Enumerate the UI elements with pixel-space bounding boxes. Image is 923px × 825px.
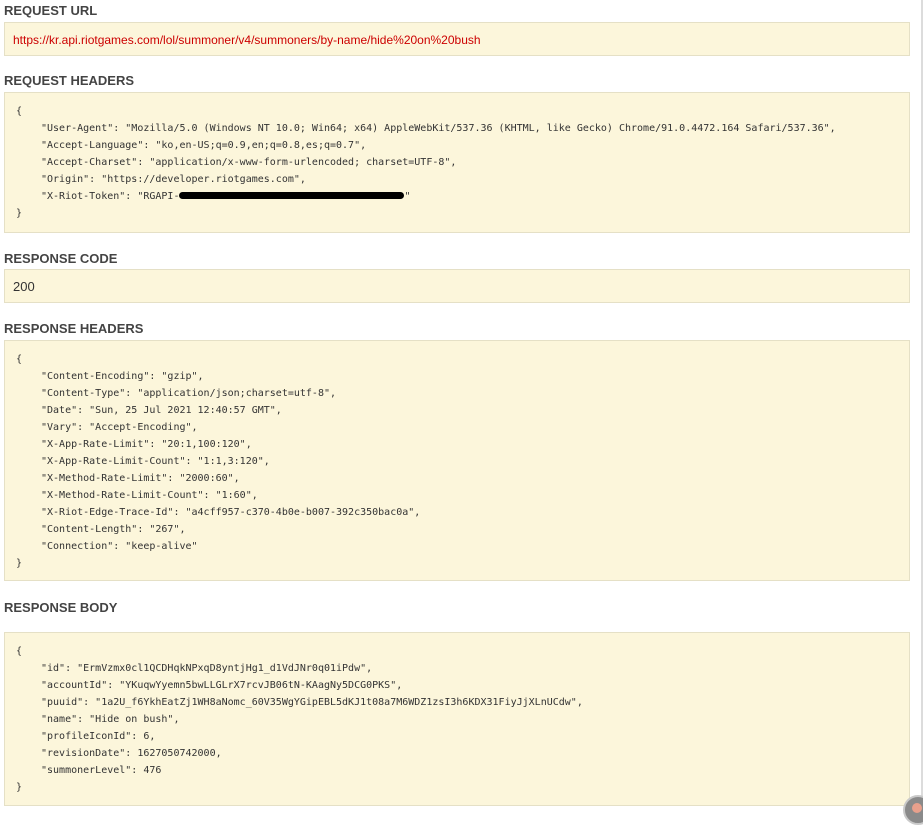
body-line: "puuid": "1a2U_f6YkhEatZj1WH8aNomc_60V35…: [41, 697, 583, 708]
body-line: "accountId": "YKuqwYyemn5bwLLGLrX7rcvJB0…: [41, 680, 403, 691]
body-line: "revisionDate": 1627050742000,: [41, 748, 222, 759]
json-close-brace: }: [16, 558, 23, 569]
header-line: "X-Method-Rate-Limit": "2000:60",: [41, 473, 240, 484]
header-line: "Accept-Charset": "application/x-www-for…: [41, 157, 457, 168]
header-line: "X-App-Rate-Limit-Count": "1:1,3:120",: [41, 456, 270, 467]
json-open-brace: {: [16, 646, 23, 657]
response-body-box: { "id": "ErmVzmx0cl1QCDHqkNPxqD8yntjHg1_…: [4, 632, 910, 806]
response-body-title: RESPONSE BODY: [4, 600, 118, 615]
header-line: "Vary": "Accept-Encoding",: [41, 422, 198, 433]
header-line: "X-App-Rate-Limit": "20:1,100:120",: [41, 439, 252, 450]
header-line: "Origin": "https://developer.riotgames.c…: [41, 174, 306, 185]
header-line: "X-Method-Rate-Limit-Count": "1:60",: [41, 490, 258, 501]
header-line: "User-Agent": "Mozilla/5.0 (Windows NT 1…: [41, 123, 836, 134]
body-line: "profileIconId": 6,: [41, 731, 156, 742]
json-open-brace: {: [16, 354, 23, 365]
header-line: "Connection": "keep-alive": [41, 541, 198, 552]
request-url-title: REQUEST URL: [4, 3, 98, 18]
response-code-box: 200: [4, 269, 910, 303]
header-line: "Content-Type": "application/json;charse…: [41, 388, 337, 399]
request-url-box: https://kr.api.riotgames.com/lol/summone…: [4, 22, 910, 56]
body-line: "name": "Hide on bush",: [41, 714, 180, 725]
response-headers-title: RESPONSE HEADERS: [4, 321, 144, 336]
header-line: "Content-Length": "267",: [41, 524, 186, 535]
riot-token-line: "X-Riot-Token": "RGAPI- ": [16, 188, 898, 205]
request-headers-title: REQUEST HEADERS: [4, 73, 135, 88]
header-line: "Accept-Language": "ko,en-US;q=0.9,en;q=…: [41, 140, 367, 151]
header-line: "Date": "Sun, 25 Jul 2021 12:40:57 GMT",: [41, 405, 282, 416]
riot-token-suffix: ": [404, 191, 411, 202]
request-url-value[interactable]: https://kr.api.riotgames.com/lol/summone…: [13, 33, 481, 47]
header-line: "X-Riot-Edge-Trace-Id": "a4cff957-c370-4…: [41, 507, 421, 518]
json-close-brace: }: [16, 208, 23, 219]
request-headers-box: { "User-Agent": "Mozilla/5.0 (Windows NT…: [4, 92, 910, 233]
avatar-icon[interactable]: [903, 795, 923, 825]
json-close-brace: }: [16, 782, 23, 793]
redacted-token: [179, 191, 405, 199]
header-line: "Content-Encoding": "gzip",: [41, 371, 204, 382]
body-line: "id": "ErmVzmx0cl1QCDHqkNPxqD8yntjHg1_d1…: [41, 663, 373, 674]
riot-token-prefix: "X-Riot-Token": "RGAPI-: [41, 191, 180, 202]
body-line: "summonerLevel": 476: [41, 765, 162, 776]
json-open-brace: {: [16, 106, 23, 117]
response-code-value: 200: [13, 279, 35, 294]
response-headers-box: { "Content-Encoding": "gzip", "Content-T…: [4, 340, 910, 581]
response-code-title: RESPONSE CODE: [4, 251, 118, 266]
